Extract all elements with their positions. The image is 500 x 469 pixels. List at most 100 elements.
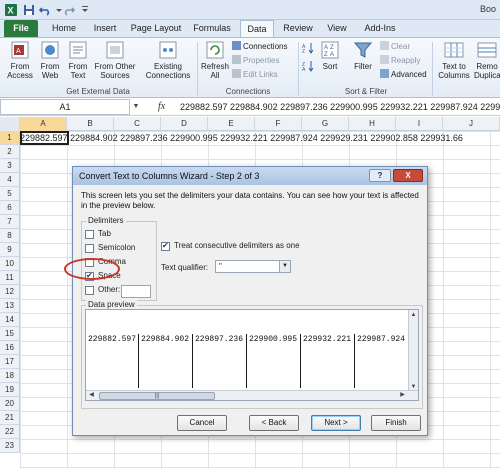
help-button[interactable]: ? xyxy=(369,169,391,182)
preview-column[interactable]: 229882.597 xyxy=(86,334,139,388)
formula-input[interactable]: 229882.597 229884.902 229897.236 229900.… xyxy=(180,99,500,115)
text-qualifier-select[interactable]: " ▼ xyxy=(215,260,291,273)
name-box-dropdown-icon[interactable]: ▼ xyxy=(130,99,142,115)
next-button[interactable]: Next > xyxy=(311,415,361,431)
preview-column[interactable]: 229884.902 xyxy=(139,334,193,388)
sort-descending-button[interactable]: ZA xyxy=(302,60,316,73)
finish-button[interactable]: Finish xyxy=(371,415,421,431)
back-button[interactable]: < Back xyxy=(249,415,299,431)
row-header[interactable]: 4 xyxy=(0,173,20,187)
tab-checkbox[interactable] xyxy=(85,230,94,239)
row-header[interactable]: 20 xyxy=(0,397,20,411)
row-header[interactable]: 10 xyxy=(0,257,20,271)
row-header[interactable]: 3 xyxy=(0,159,20,173)
from-access-button[interactable]: A From Access xyxy=(4,40,36,80)
preview-vertical-scrollbar[interactable]: ▲ ▼ xyxy=(408,310,418,392)
row-header[interactable]: 1 xyxy=(0,131,20,145)
row-header[interactable]: 11 xyxy=(0,271,20,285)
name-box[interactable]: A1 xyxy=(0,99,130,115)
other-checkbox[interactable] xyxy=(85,286,94,295)
column-header-g[interactable]: G xyxy=(302,117,349,131)
advanced-filter-button[interactable]: Advanced xyxy=(380,69,427,81)
refresh-all-button[interactable]: Refresh All xyxy=(200,40,230,80)
column-header-e[interactable]: E xyxy=(208,117,255,131)
insert-function-icon[interactable]: fx xyxy=(158,99,174,115)
existing-connections-label-1: Existing xyxy=(153,62,182,71)
row-header[interactable]: 2 xyxy=(0,145,20,159)
preview-column[interactable]: 229932.221 xyxy=(301,334,355,388)
row-header[interactable]: 9 xyxy=(0,243,20,257)
column-header-h[interactable]: H xyxy=(349,117,396,131)
chevron-down-icon[interactable]: ▼ xyxy=(279,261,290,272)
remove-duplicates-button[interactable]: Remo Duplica xyxy=(474,40,500,80)
column-header-i[interactable]: I xyxy=(396,117,443,131)
column-header-f[interactable]: F xyxy=(255,117,302,131)
consecutive-delimiters-checkbox[interactable] xyxy=(161,241,170,251)
cancel-button[interactable]: Cancel xyxy=(177,415,227,431)
connections-button[interactable]: Connections xyxy=(232,41,287,53)
preview-horizontal-scrollbar[interactable]: ◀ ||| ▶ xyxy=(86,390,418,400)
column-header-d[interactable]: D xyxy=(161,117,208,131)
scroll-left-icon[interactable]: ◀ xyxy=(86,391,97,400)
dialog-title-bar[interactable]: Convert Text to Columns Wizard - Step 2 … xyxy=(73,167,427,185)
from-web-button[interactable]: From Web xyxy=(36,40,64,80)
scroll-up-icon[interactable]: ▲ xyxy=(409,310,418,320)
row-header[interactable]: 19 xyxy=(0,383,20,397)
row-header[interactable]: 14 xyxy=(0,313,20,327)
save-icon[interactable] xyxy=(22,3,36,17)
row-header[interactable]: 5 xyxy=(0,187,20,201)
from-other-sources-button[interactable]: From Other Sources xyxy=(92,40,138,80)
row-header[interactable]: 22 xyxy=(0,425,20,439)
tab-review[interactable]: Review xyxy=(280,20,316,37)
undo-icon[interactable] xyxy=(38,3,52,17)
active-cell-a1[interactable] xyxy=(20,131,69,145)
select-all-corner[interactable] xyxy=(0,117,20,131)
column-header-b[interactable]: B xyxy=(67,117,114,131)
row-header[interactable]: 7 xyxy=(0,215,20,229)
row-header[interactable]: 18 xyxy=(0,369,20,383)
reapply-label: Reapply xyxy=(391,56,421,65)
row-header[interactable]: 21 xyxy=(0,411,20,425)
properties-button[interactable]: Properties xyxy=(232,55,279,67)
sort-button[interactable]: AZZA Sort xyxy=(318,40,342,71)
delimiter-other[interactable]: Other: xyxy=(73,285,163,299)
tab-add-ins[interactable]: Add-Ins xyxy=(358,20,402,37)
preview-column[interactable]: 229900.995 xyxy=(247,334,301,388)
edit-links-button[interactable]: Edit Links xyxy=(232,69,278,81)
tab-formulas[interactable]: Formulas xyxy=(188,20,236,37)
column-header-j[interactable]: J xyxy=(443,117,500,131)
close-button[interactable]: X xyxy=(393,169,423,182)
clear-filter-button[interactable]: Clear xyxy=(380,41,410,53)
preview-column[interactable]: 229987.924 xyxy=(355,334,409,388)
row-header[interactable]: 15 xyxy=(0,327,20,341)
row-header[interactable]: 6 xyxy=(0,201,20,215)
existing-connections-button[interactable]: Existing Connections xyxy=(144,40,192,80)
column-header-c[interactable]: C xyxy=(114,117,161,131)
scroll-thumb[interactable]: ||| xyxy=(99,392,215,400)
customize-toolbar-icon[interactable] xyxy=(78,3,92,17)
row-header[interactable]: 17 xyxy=(0,355,20,369)
row-header[interactable]: 8 xyxy=(0,229,20,243)
tab-home[interactable]: Home xyxy=(46,20,82,37)
row-header[interactable]: 23 xyxy=(0,439,20,453)
semicolon-checkbox[interactable] xyxy=(85,244,94,253)
tab-view[interactable]: View xyxy=(322,20,352,37)
text-to-columns-button[interactable]: Text to Columns xyxy=(436,40,472,80)
column-header-a[interactable]: A xyxy=(20,117,67,131)
reapply-button[interactable]: Reapply xyxy=(380,55,420,67)
tab-insert[interactable]: Insert xyxy=(86,20,124,37)
tab-page-layout[interactable]: Page Layout xyxy=(128,20,184,37)
sort-ascending-button[interactable]: AZ xyxy=(302,42,316,55)
preview-column[interactable]: 229897.236 xyxy=(193,334,247,388)
tab-file[interactable]: File xyxy=(4,20,38,37)
row-header[interactable]: 12 xyxy=(0,285,20,299)
tab-data[interactable]: Data xyxy=(240,20,274,37)
data-preview[interactable]: 229882.597 229884.902 229897.236 229900.… xyxy=(85,309,419,401)
row-header[interactable]: 13 xyxy=(0,299,20,313)
filter-button[interactable]: Filter xyxy=(350,40,376,71)
scroll-right-icon[interactable]: ▶ xyxy=(397,391,408,400)
row-header[interactable]: 16 xyxy=(0,341,20,355)
from-text-button[interactable]: From Text xyxy=(64,40,92,80)
other-delimiter-input[interactable] xyxy=(121,285,151,298)
redo-icon[interactable] xyxy=(62,3,76,17)
